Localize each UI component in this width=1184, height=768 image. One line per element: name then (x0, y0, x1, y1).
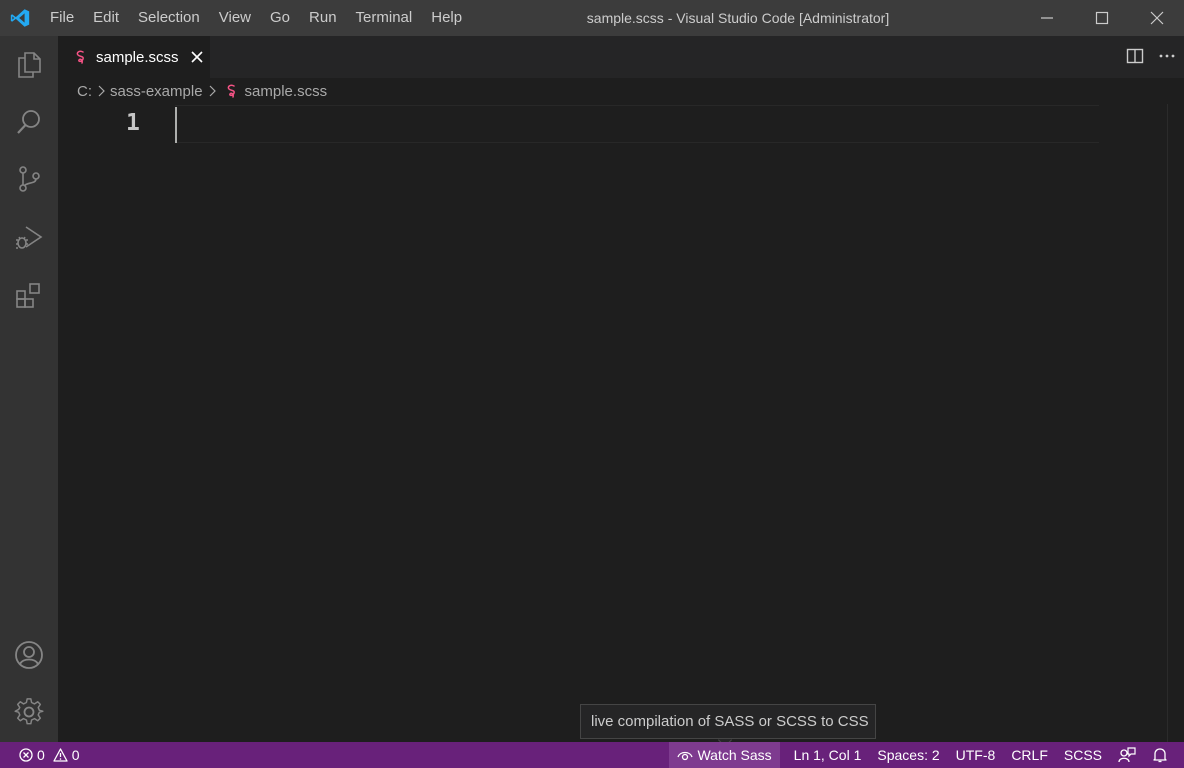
ellipsis-icon (1159, 54, 1175, 57)
split-editor-icon (1126, 48, 1144, 63)
sass-file-icon (225, 84, 239, 98)
source-control-button[interactable] (0, 151, 58, 207)
status-right-items: Watch Sass Ln 1, Col 1 Spaces: 2 UTF-8 C… (669, 742, 1184, 768)
close-icon (1150, 11, 1163, 25)
breadcrumb-drive[interactable]: C: (77, 83, 92, 100)
language-mode[interactable]: SCSS (1056, 742, 1110, 768)
more-actions-button[interactable] (1158, 47, 1176, 68)
indentation[interactable]: Spaces: 2 (869, 742, 947, 768)
problems-indicator[interactable]: 0 0 (0, 747, 80, 763)
minimize-button[interactable] (1019, 0, 1074, 36)
extensions-button[interactable] (0, 267, 58, 323)
line-number: 1 (126, 110, 140, 136)
sass-file-icon (76, 50, 84, 64)
menu-run[interactable]: Run (299, 0, 346, 36)
source-control-icon (19, 166, 40, 192)
text-cursor (175, 107, 177, 143)
search-icon (17, 110, 40, 134)
breadcrumb: C: sass-example sample.scss (58, 78, 1184, 104)
minimize-icon (1040, 17, 1053, 19)
chevron-right-icon (96, 85, 106, 97)
code-editor[interactable]: 1 (58, 104, 1184, 742)
explorer-button[interactable] (0, 36, 58, 92)
run-debug-button[interactable] (0, 209, 58, 265)
eye-icon (677, 751, 694, 761)
accounts-button[interactable] (0, 627, 58, 683)
cursor-position[interactable]: Ln 1, Col 1 (786, 742, 870, 768)
watch-sass-tooltip: live compilation of SASS or SCSS to CSS (580, 704, 876, 739)
extensions-icon (16, 283, 40, 308)
bell-icon (1153, 748, 1167, 763)
tab-label: sample.scss (96, 48, 179, 66)
menu-selection[interactable]: Selection (128, 0, 209, 36)
menu-bar: File Edit Selection View Go Run Terminal… (40, 0, 471, 36)
warning-icon (53, 748, 68, 762)
explorer-icon (18, 52, 41, 78)
maximize-button[interactable] (1074, 0, 1129, 36)
maximize-icon (1095, 11, 1108, 25)
current-line-highlight (175, 105, 1099, 143)
vscode-logo-icon (0, 0, 40, 36)
close-window-button[interactable] (1129, 0, 1184, 36)
warning-count: 0 (71, 747, 80, 763)
editor-tab-bar: sample.scss (58, 36, 1184, 78)
encoding[interactable]: UTF-8 (948, 742, 1004, 768)
watch-sass-label: Watch Sass (697, 747, 772, 763)
watch-sass-button[interactable]: Watch Sass (669, 742, 780, 768)
error-count: 0 (37, 747, 45, 763)
manage-button[interactable] (0, 684, 58, 740)
menu-go[interactable]: Go (260, 0, 299, 36)
split-editor-button[interactable] (1126, 47, 1144, 68)
editor-actions (1126, 36, 1176, 78)
manage-gear-icon (14, 698, 44, 725)
account-icon (15, 641, 43, 669)
tab-close-button[interactable] (189, 49, 205, 65)
title-bar: File Edit Selection View Go Run Terminal… (0, 0, 1184, 36)
scrollbar-track[interactable] (1167, 104, 1168, 742)
status-bar: 0 0 Watch Sass Ln 1, Col 1 Spaces: 2 UTF… (0, 742, 1184, 768)
end-of-line[interactable]: CRLF (1003, 742, 1056, 768)
breadcrumb-folder[interactable]: sass-example (110, 83, 203, 100)
chevron-right-icon (207, 85, 217, 97)
menu-view[interactable]: View (209, 0, 260, 36)
menu-help[interactable]: Help (421, 0, 471, 36)
menu-file[interactable]: File (40, 0, 83, 36)
feedback-button[interactable] (1110, 742, 1144, 768)
search-button[interactable] (0, 94, 58, 150)
tab-sample-scss[interactable]: sample.scss (58, 36, 210, 78)
menu-terminal[interactable]: Terminal (346, 0, 422, 36)
activity-bar (0, 36, 58, 742)
menu-edit[interactable]: Edit (83, 0, 128, 36)
feedback-icon (1118, 747, 1136, 763)
notifications-button[interactable] (1144, 742, 1184, 768)
close-icon (190, 51, 203, 63)
window-controls (1019, 0, 1184, 36)
breadcrumb-file[interactable]: sample.scss (245, 83, 328, 100)
run-debug-icon (16, 226, 43, 249)
error-icon (19, 748, 33, 762)
